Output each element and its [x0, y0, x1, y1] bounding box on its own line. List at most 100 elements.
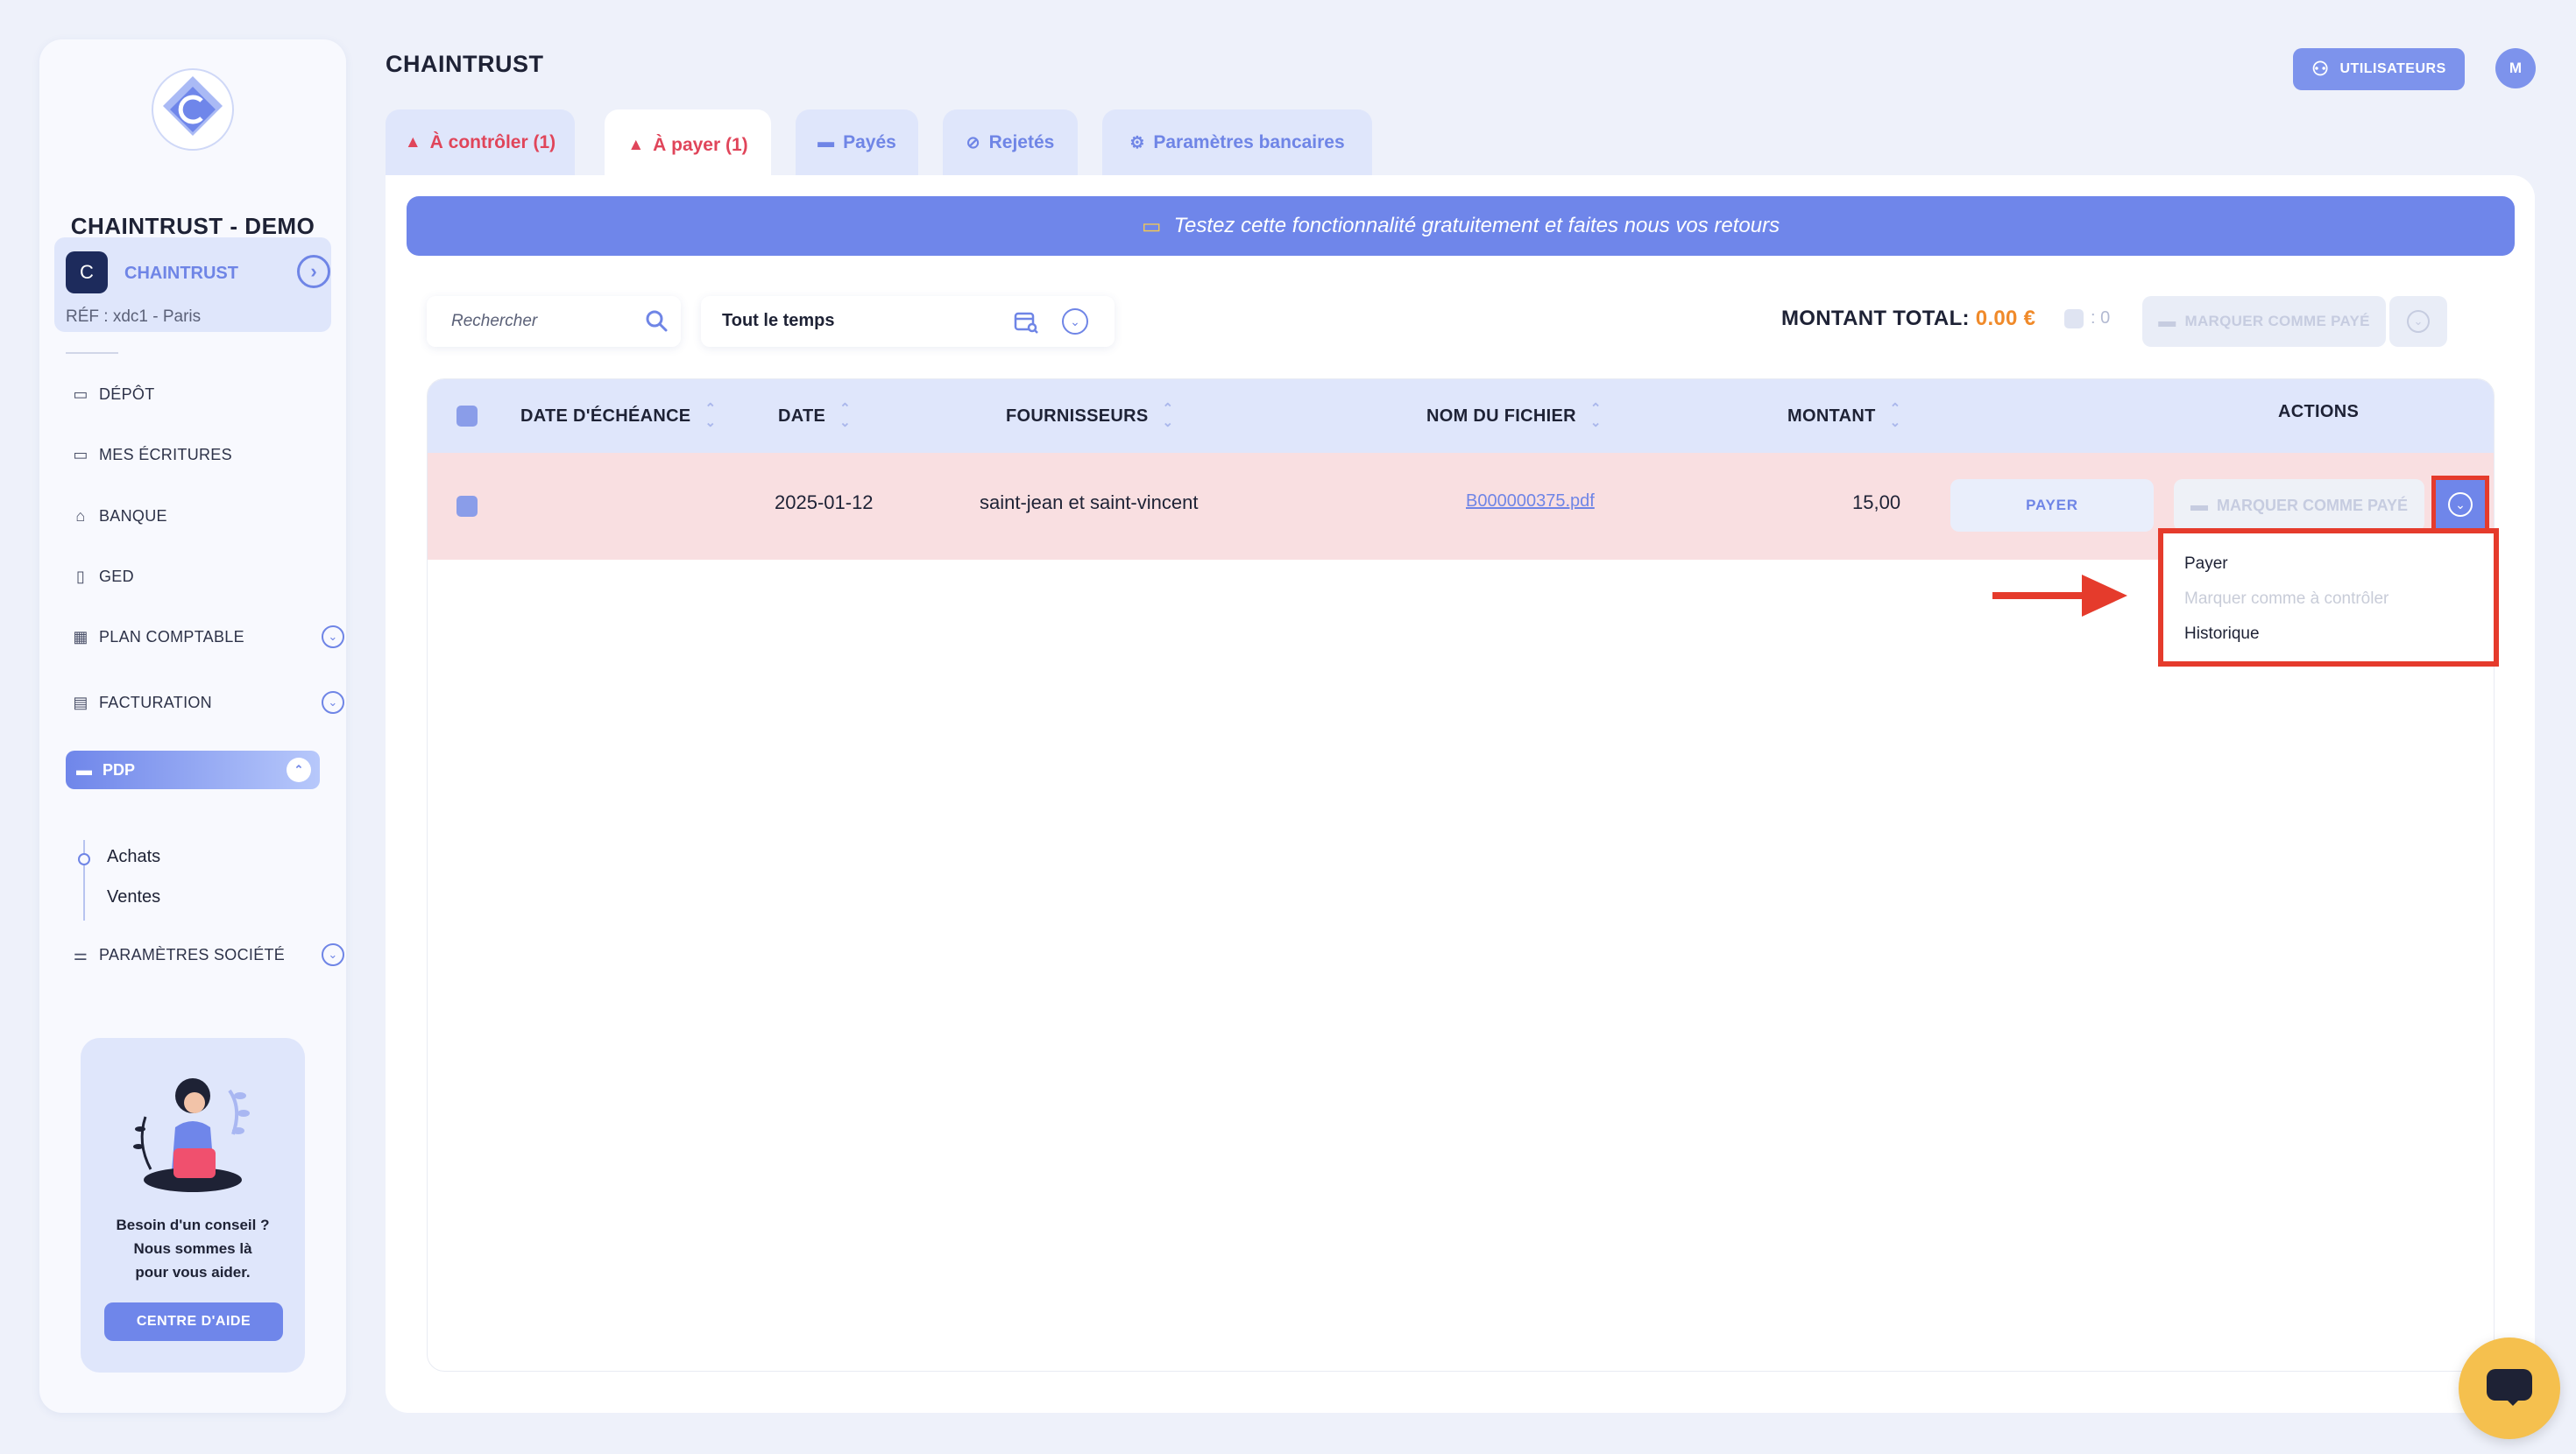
selected-count: : 0: [2064, 308, 2110, 328]
sidebar-item-label: FACTURATION: [99, 693, 212, 711]
card-icon: ▬: [817, 133, 835, 152]
total-label: MONTANT TOTAL:: [1781, 307, 1970, 330]
chat-button[interactable]: [2459, 1338, 2560, 1439]
chevron-down-icon[interactable]: ⌄: [322, 943, 344, 966]
sort-icon[interactable]: ⌃ ⌄: [1163, 402, 1174, 430]
mark-paid-bulk-button[interactable]: ▬ MARQUER COMME PAYÉ: [2142, 296, 2386, 347]
pay-button[interactable]: PAYER: [1950, 479, 2154, 532]
support-illustration: [133, 1078, 250, 1192]
org-ref: RÉF : xdc1 - Paris: [66, 307, 202, 326]
sidebar-divider: [66, 352, 118, 354]
period-select[interactable]: Tout le temps ⌄: [701, 296, 1115, 347]
tab-parametres-bancaires[interactable]: ⚙ Paramètres bancaires: [1102, 109, 1372, 176]
users-button[interactable]: ⚇ UTILISATEURS: [2293, 48, 2465, 90]
bank-icon: ⌂: [75, 506, 86, 525]
folder-icon: ▭: [73, 385, 88, 403]
sidebar-item-banque[interactable]: ⌂ BANQUE: [71, 503, 167, 529]
column-label: MONTANT: [1787, 406, 1876, 426]
ticket-icon: ▭: [1141, 214, 1162, 238]
org-card[interactable]: C CHAINTRUST RÉF : xdc1 - Paris ›: [54, 237, 331, 332]
selected-count-value: : 0: [2091, 308, 2111, 328]
mark-paid-label: MARQUER COMME PAYÉ: [2216, 496, 2409, 514]
sidebar-item-plan-comptable[interactable]: ▦ PLAN COMPTABLE ⌄: [71, 624, 351, 650]
tab-label: Paramètres bancaires: [1153, 132, 1345, 152]
card-icon: ▬: [76, 760, 92, 779]
company-name: CHAINTRUST - DEMO: [70, 213, 315, 239]
sort-icon[interactable]: ⌃ ⌄: [839, 402, 851, 430]
invoice-icon: ▤: [73, 693, 88, 711]
sort-icon[interactable]: ⌃ ⌄: [1890, 402, 1901, 430]
annotation-arrow-icon: [1992, 575, 2127, 617]
warning-icon: ▲: [627, 136, 645, 154]
warning-icon: ▲: [404, 133, 421, 152]
main-panel: ▭ Testez cette fonctionnalité gratuitemen…: [386, 175, 2535, 1413]
column-header-file-name[interactable]: NOM DU FICHIER ⌃ ⌄: [1426, 402, 1602, 430]
column-label: ACTIONS: [2278, 402, 2360, 421]
sort-icon[interactable]: ⌃ ⌄: [1590, 402, 1602, 430]
users-button-label: UTILISATEURS: [2339, 61, 2446, 76]
checkbox-icon: [2064, 308, 2084, 328]
column-header-due-date[interactable]: DATE D'ÉCHÉANCE ⌃ ⌄: [520, 402, 716, 430]
sliders-icon: ⚌: [73, 945, 88, 963]
bulk-actions-toggle[interactable]: ⌄: [2389, 296, 2447, 347]
column-header-date[interactable]: DATE ⌃ ⌄: [778, 402, 851, 430]
sort-icon[interactable]: ⌃ ⌄: [704, 402, 716, 430]
org-logo-icon: C: [66, 251, 108, 293]
sidebar-subitem-ventes[interactable]: Ventes: [107, 887, 160, 907]
table-icon: ▦: [73, 627, 88, 646]
menu-item-historique[interactable]: Historique: [2184, 625, 2260, 644]
row-checkbox[interactable]: [456, 496, 478, 517]
help-card: Besoin d'un conseil ? Nous sommes là pou…: [81, 1038, 305, 1373]
tab-a-controler[interactable]: ▲ À contrôler (1): [386, 109, 575, 176]
help-center-button[interactable]: CENTRE D'AIDE: [104, 1302, 283, 1341]
sidebar-subitem-achats[interactable]: Achats: [107, 847, 160, 867]
sidebar-item-pdp[interactable]: ▬ PDP ⌃: [66, 751, 320, 789]
sidebar-item-ged[interactable]: ▯ GED: [71, 563, 134, 589]
page-title: CHAINTRUST: [386, 51, 544, 77]
search-icon[interactable]: [644, 308, 669, 333]
total-value: 0.00 €: [1975, 307, 2036, 330]
search-box: [427, 296, 681, 347]
chevron-down-icon: ⌄: [2407, 310, 2430, 333]
card-icon: ▬: [2158, 311, 2176, 331]
help-line: pour vous aider.: [135, 1264, 251, 1281]
select-all-checkbox[interactable]: [456, 406, 478, 427]
card-icon: ▬: [2190, 495, 2208, 515]
column-label: DATE: [778, 406, 826, 426]
avatar[interactable]: M: [2495, 48, 2536, 88]
tab-rejetes[interactable]: ⊘ Rejetés: [943, 109, 1078, 176]
chevron-right-icon[interactable]: ›: [297, 255, 330, 288]
sidebar-item-facturation[interactable]: ▤ FACTURATION ⌄: [71, 689, 351, 716]
chat-icon: [2487, 1369, 2532, 1406]
users-icon: ⚇: [2311, 58, 2330, 80]
help-text: Besoin d'un conseil ? Nous sommes là pou…: [81, 1213, 305, 1284]
sidebar-item-parametres-societe[interactable]: ⚌ PARAMÈTRES SOCIÉTÉ ⌄: [71, 942, 351, 968]
sidebar-item-label: BANQUE: [99, 506, 167, 525]
sidebar: CHAINTRUST - DEMO C CHAINTRUST RÉF : xdc…: [39, 39, 346, 1413]
file-link[interactable]: B000000375.pdf: [1466, 491, 1595, 512]
sidebar-item-depot[interactable]: ▭ DÉPÔT: [71, 381, 155, 407]
sidebar-item-label: PARAMÈTRES SOCIÉTÉ: [99, 945, 286, 963]
menu-item-payer[interactable]: Payer: [2184, 554, 2228, 574]
mark-paid-row-button[interactable]: ▬ MARQUER COMME PAYÉ: [2174, 479, 2424, 532]
chevron-down-icon[interactable]: ⌄: [322, 625, 344, 648]
help-line: Nous sommes là: [133, 1240, 252, 1257]
chevron-up-icon[interactable]: ⌃: [287, 758, 311, 782]
help-line: Besoin d'un conseil ?: [116, 1217, 270, 1233]
tab-a-payer[interactable]: ▲ À payer (1): [605, 109, 771, 181]
sidebar-item-label: MES ÉCRITURES: [99, 445, 232, 463]
row-actions-toggle[interactable]: ⌄: [2431, 476, 2489, 533]
search-input[interactable]: [427, 296, 681, 347]
sidebar-item-mes-ecritures[interactable]: ▭ MES ÉCRITURES: [71, 441, 232, 468]
chevron-down-icon[interactable]: ⌄: [322, 691, 344, 714]
tab-payes[interactable]: ▬ Payés: [796, 109, 918, 176]
calendar-search-icon[interactable]: [1013, 308, 1039, 335]
column-header-amount[interactable]: MONTANT ⌃ ⌄: [1787, 402, 1900, 430]
cell-date: 2025-01-12: [775, 491, 874, 513]
chevron-down-icon[interactable]: ⌄: [1062, 308, 1088, 335]
banner-text: Testez cette fonctionnalité gratuitement…: [1173, 214, 1780, 237]
org-name: CHAINTRUST: [124, 264, 238, 283]
column-label: NOM DU FICHIER: [1426, 406, 1576, 426]
cell-amount: 15,00: [1852, 491, 1901, 513]
column-header-suppliers[interactable]: FOURNISSEURS ⌃ ⌄: [1006, 402, 1173, 430]
